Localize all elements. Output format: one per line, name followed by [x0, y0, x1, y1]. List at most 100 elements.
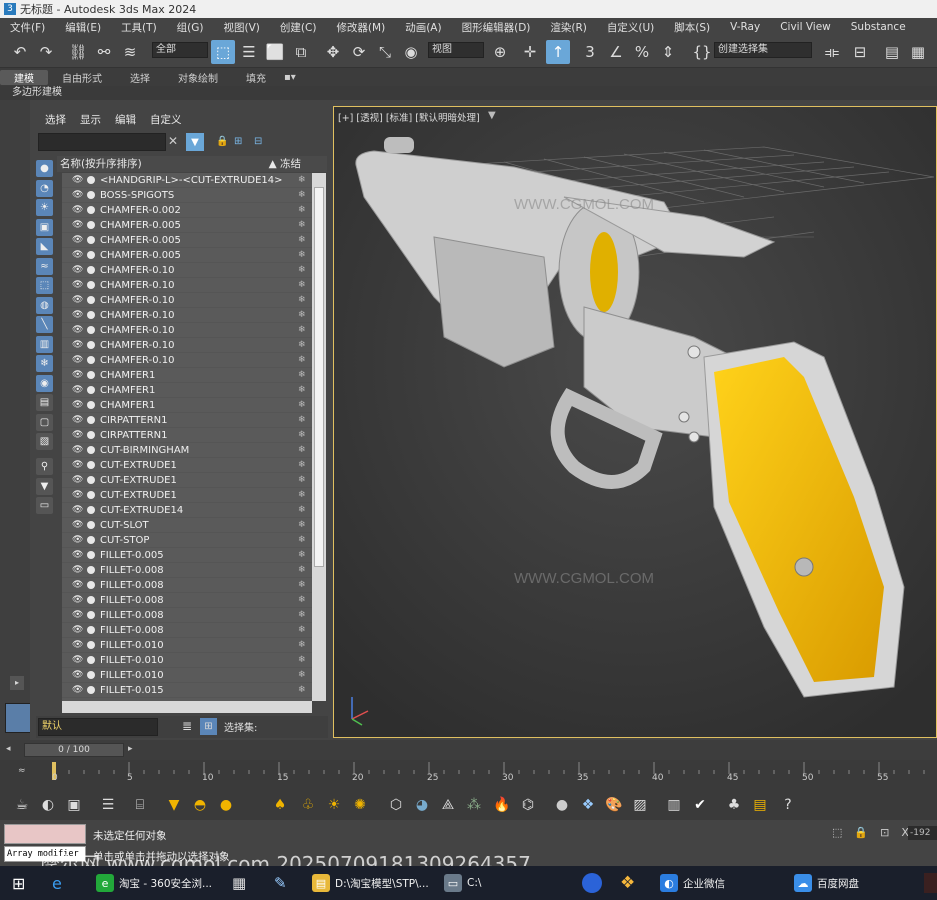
- filter-helpers-icon[interactable]: ◣: [36, 238, 53, 255]
- render-toggle-icon[interactable]: [87, 641, 95, 649]
- ribbon-tab-object-paint[interactable]: 对象绘制: [164, 70, 232, 85]
- visibility-eye-icon[interactable]: 👁: [72, 670, 84, 680]
- render-toggle-icon[interactable]: [87, 521, 95, 529]
- freeze-toggle-icon[interactable]: ❄: [298, 655, 310, 665]
- display-invert-icon[interactable]: ▧: [36, 433, 53, 450]
- camera-icon[interactable]: ⌸: [130, 795, 150, 815]
- filter-spacewarps-icon[interactable]: ≈: [36, 257, 53, 275]
- select-object-icon[interactable]: ⬚: [211, 40, 235, 64]
- list-horizontal-scrollbar[interactable]: [62, 701, 312, 713]
- time-prev-icon[interactable]: ◂: [6, 744, 11, 754]
- dome-light-icon[interactable]: ◓: [190, 795, 210, 815]
- align-icon[interactable]: ⊟: [848, 40, 872, 64]
- sun-icon[interactable]: ☀: [324, 795, 344, 815]
- filter-bones-icon[interactable]: ╲: [36, 316, 53, 333]
- visibility-eye-icon[interactable]: 👁: [72, 490, 84, 500]
- hierarchy-icon[interactable]: ⊞: [234, 136, 242, 147]
- pivot-center-icon[interactable]: ⊕: [488, 40, 512, 64]
- named-selection-dropdown[interactable]: 创建选择集: [714, 42, 812, 58]
- freeze-toggle-icon[interactable]: ❄: [298, 460, 310, 470]
- freeze-toggle-icon[interactable]: ❄: [298, 640, 310, 650]
- freeze-toggle-icon[interactable]: ❄: [298, 610, 310, 620]
- vantage-icon[interactable]: ✔: [690, 795, 710, 815]
- render-toggle-icon[interactable]: [87, 431, 95, 439]
- freeze-toggle-icon[interactable]: ❄: [298, 325, 310, 335]
- explorer-search-input[interactable]: [38, 133, 166, 151]
- scene-object-row[interactable]: 👁 CHAMFER-0.10 ❄: [62, 278, 312, 293]
- render-toggle-icon[interactable]: [87, 476, 95, 484]
- vray-fire-icon[interactable]: 🔥: [492, 795, 512, 815]
- visibility-eye-icon[interactable]: 👁: [72, 535, 84, 545]
- move-icon[interactable]: ✥: [321, 40, 345, 64]
- expand-panel-icon[interactable]: ▸: [10, 676, 24, 690]
- render-toggle-icon[interactable]: [87, 386, 95, 394]
- spinner-snap-icon[interactable]: ⇕: [656, 40, 680, 64]
- scene-object-row[interactable]: 👁 FILLET-0.008 ❄: [62, 608, 312, 623]
- scene-object-row[interactable]: 👁 FILLET-0.008 ❄: [62, 593, 312, 608]
- scene-object-row[interactable]: 👁 FILLET-0.005 ❄: [62, 548, 312, 563]
- ribbon-toggle-icon[interactable]: ▦: [906, 40, 930, 64]
- freeze-toggle-icon[interactable]: ❄: [298, 175, 310, 185]
- render-toggle-icon[interactable]: [87, 596, 95, 604]
- explorer-menu-select[interactable]: 选择: [45, 112, 66, 128]
- box-icon[interactable]: ▣: [64, 795, 84, 815]
- filter-funnel-2-icon[interactable]: ▼: [36, 477, 53, 495]
- scene-object-row[interactable]: 👁 CHAMFER-0.10 ❄: [62, 293, 312, 308]
- freeze-toggle-icon[interactable]: ❄: [298, 400, 310, 410]
- menu-animation[interactable]: 动画(A): [395, 20, 451, 35]
- visibility-eye-icon[interactable]: 👁: [72, 400, 84, 410]
- filter-cameras-icon[interactable]: ▣: [36, 218, 53, 236]
- scene-object-row[interactable]: 👁 <HANDGRIP-L>-<CUT-EXTRUDE14> ❄: [62, 173, 312, 188]
- freeze-toggle-icon[interactable]: ❄: [298, 685, 310, 695]
- filter-xrefs-icon[interactable]: ◍: [36, 296, 53, 314]
- freeze-toggle-icon[interactable]: ❄: [298, 535, 310, 545]
- visibility-eye-icon[interactable]: 👁: [72, 475, 84, 485]
- render-toggle-icon[interactable]: [87, 626, 95, 634]
- curve-editor-toggle-icon[interactable]: ≈: [18, 766, 26, 776]
- visibility-eye-icon[interactable]: 👁: [72, 595, 84, 605]
- edit-named-selection-icon[interactable]: {}: [690, 40, 714, 64]
- explorer-list-header[interactable]: 名称(按升序排序) ▲ 冻结: [57, 156, 327, 172]
- freeze-toggle-icon[interactable]: ❄: [298, 415, 310, 425]
- display-none-icon[interactable]: ▢: [36, 413, 53, 431]
- log-icon[interactable]: ▤: [750, 795, 770, 815]
- filter-containers-icon[interactable]: ▥: [36, 335, 53, 353]
- menu-rendering[interactable]: 渲染(R): [540, 20, 597, 35]
- notepad-icon[interactable]: ✎: [274, 874, 287, 892]
- scene-object-row[interactable]: 👁 CHAMFER-0.10 ❄: [62, 308, 312, 323]
- mesh-light-icon[interactable]: ♠: [270, 795, 290, 815]
- scene-object-row[interactable]: 👁 CUT-SLOT ❄: [62, 518, 312, 533]
- freeze-toggle-icon[interactable]: ❄: [298, 250, 310, 260]
- menu-customize[interactable]: 自定义(U): [597, 20, 664, 35]
- lock-icon[interactable]: 🔒: [216, 136, 228, 147]
- visibility-eye-icon[interactable]: 👁: [72, 625, 84, 635]
- filter-funnel-icon[interactable]: ⚲: [36, 458, 53, 475]
- ribbon-tab-populate[interactable]: 填充: [232, 70, 280, 85]
- scene-object-row[interactable]: 👁 CHAMFER-0.10 ❄: [62, 323, 312, 338]
- scene-object-row[interactable]: 👁 FILLET-0.015 ❄: [62, 683, 312, 698]
- vray-plane-icon[interactable]: ⟁: [438, 795, 458, 815]
- scene-object-row[interactable]: 👁 FILLET-0.008 ❄: [62, 623, 312, 638]
- scene-object-row[interactable]: 👁 CUT-BIRMINGHAM ❄: [62, 443, 312, 458]
- freeze-toggle-icon[interactable]: ❄: [298, 505, 310, 515]
- scene-object-row[interactable]: 👁 FILLET-0.010 ❄: [62, 653, 312, 668]
- taskbar-baidu-netdisk[interactable]: ☁ 百度网盘: [794, 872, 859, 894]
- angle-snap-icon[interactable]: ∠: [604, 40, 628, 64]
- visibility-eye-icon[interactable]: 👁: [72, 685, 84, 695]
- visibility-eye-icon[interactable]: 👁: [72, 640, 84, 650]
- render-toggle-icon[interactable]: [87, 551, 95, 559]
- bind-spacewarp-icon[interactable]: ≋: [118, 40, 142, 64]
- freeze-toggle-icon[interactable]: ❄: [298, 445, 310, 455]
- percent-snap-icon[interactable]: %: [630, 40, 654, 64]
- render-toggle-icon[interactable]: [87, 581, 95, 589]
- teapot-icon[interactable]: ☕: [12, 795, 32, 815]
- render-toggle-icon[interactable]: [87, 656, 95, 664]
- visibility-eye-icon[interactable]: 👁: [72, 280, 84, 290]
- hierarchy-mode-icon[interactable]: ⊞: [200, 718, 217, 735]
- render-toggle-icon[interactable]: [87, 671, 95, 679]
- scene-object-row[interactable]: 👁 CHAMFER1 ❄: [62, 383, 312, 398]
- column-frozen-header[interactable]: ▲ 冻结: [269, 156, 301, 172]
- scene-object-row[interactable]: 👁 CHAMFER-0.10 ❄: [62, 263, 312, 278]
- material-sphere-icon[interactable]: ◐: [38, 795, 58, 815]
- freeze-toggle-icon[interactable]: ❄: [298, 490, 310, 500]
